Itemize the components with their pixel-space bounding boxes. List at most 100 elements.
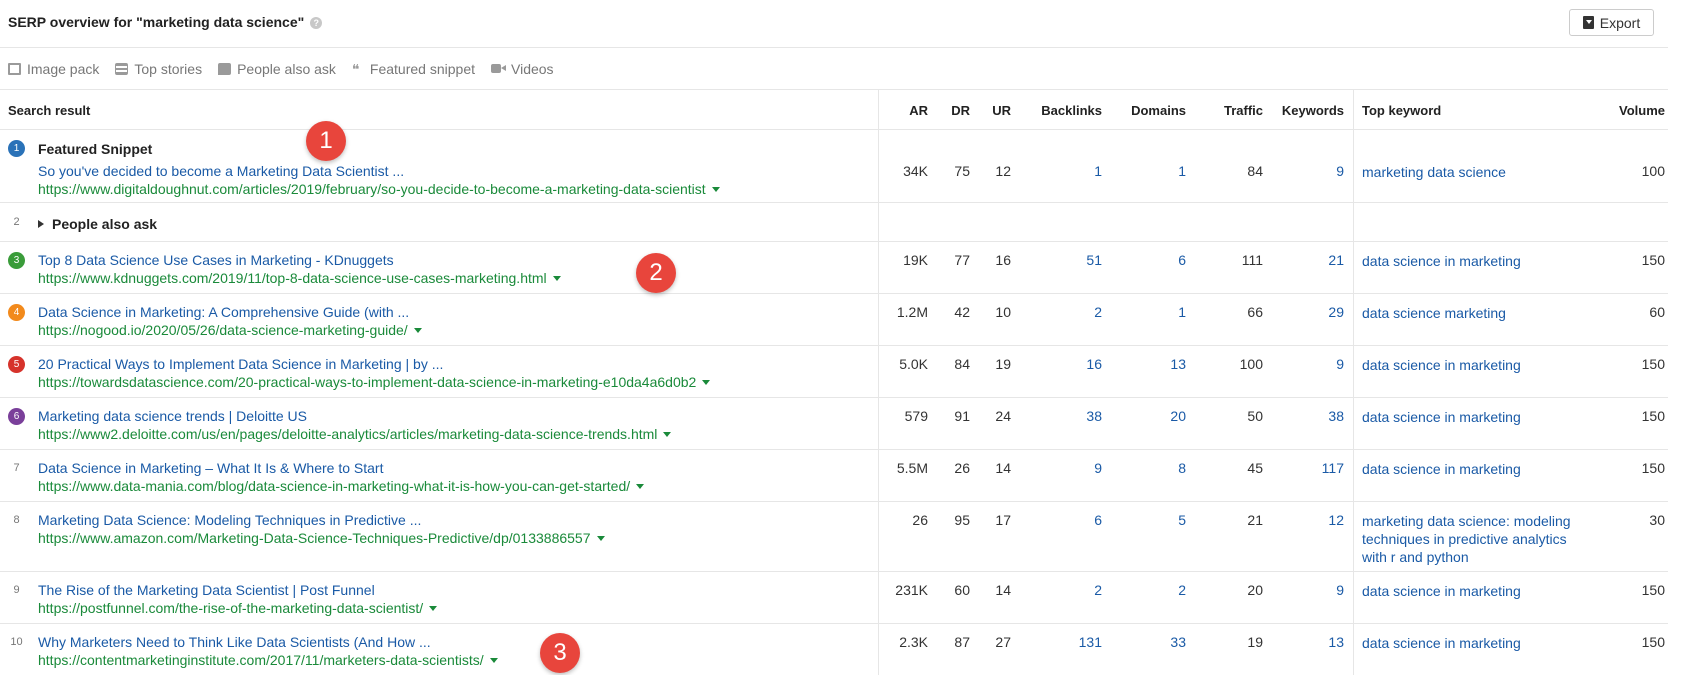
position-badge: 5 <box>8 356 25 373</box>
feature-top-stories[interactable]: Top stories <box>115 61 202 77</box>
result-title[interactable]: Marketing Data Science: Modeling Techniq… <box>38 512 421 528</box>
result-url[interactable]: https://www.digitaldoughnut.com/articles… <box>38 181 720 197</box>
result-url[interactable]: https://www.kdnuggets.com/2019/11/top-8-… <box>38 270 561 286</box>
result-url[interactable]: https://contentmarketinginstitute.com/20… <box>38 652 498 668</box>
cell-traffic: 84 <box>1247 163 1263 179</box>
cell-keywords[interactable]: 9 <box>1275 582 1344 598</box>
cell-domains[interactable]: 1 <box>1120 304 1186 320</box>
result-title[interactable]: 20 Practical Ways to Implement Data Scie… <box>38 356 443 372</box>
dropdown-icon[interactable] <box>636 484 645 489</box>
dropdown-icon[interactable] <box>663 432 672 437</box>
cell-domains[interactable]: 20 <box>1120 408 1186 424</box>
page-title: SERP overview for "marketing data scienc… <box>8 14 323 30</box>
url-text: https://towardsdatascience.com/20-practi… <box>38 374 697 390</box>
result-url[interactable]: https://www2.deloitte.com/us/en/pages/de… <box>38 426 672 442</box>
cell-backlinks[interactable]: 1 <box>1040 163 1102 179</box>
cell-top-keyword[interactable]: data science in marketing <box>1362 460 1582 478</box>
dropdown-icon[interactable] <box>489 658 498 663</box>
feature-image-pack[interactable]: Image pack <box>8 61 99 77</box>
table-row: 5 20 Practical Ways to Implement Data Sci… <box>0 347 1668 398</box>
people-also-ask-toggle[interactable]: People also ask <box>38 216 157 232</box>
export-button[interactable]: Export <box>1569 9 1654 36</box>
position-badge: 6 <box>8 408 25 425</box>
result-url[interactable]: https://nogood.io/2020/05/26/data-scienc… <box>38 322 422 338</box>
cell-keywords[interactable]: 9 <box>1275 163 1344 179</box>
dropdown-icon[interactable] <box>711 187 720 192</box>
cell-domains[interactable]: 33 <box>1120 634 1186 650</box>
cell-backlinks[interactable]: 38 <box>1040 408 1102 424</box>
cell-top-keyword[interactable]: data science in marketing <box>1362 634 1582 652</box>
cell-domains[interactable]: 1 <box>1120 163 1186 179</box>
cell-top-keyword[interactable]: marketing data science <box>1362 163 1582 181</box>
result-url[interactable]: https://towardsdatascience.com/20-practi… <box>38 374 711 390</box>
cell-backlinks[interactable]: 9 <box>1040 460 1102 476</box>
cell-backlinks[interactable]: 2 <box>1040 582 1102 598</box>
cell-domains[interactable]: 5 <box>1120 512 1186 528</box>
cell-top-keyword[interactable]: marketing data science: modeling techniq… <box>1362 512 1582 566</box>
cell-backlinks[interactable]: 16 <box>1040 356 1102 372</box>
feature-videos[interactable]: Videos <box>491 61 554 77</box>
cell-top-keyword[interactable]: data science in marketing <box>1362 356 1582 374</box>
cell-top-keyword[interactable]: data science marketing <box>1362 304 1582 322</box>
cell-volume: 150 <box>1641 460 1665 476</box>
cell-keywords[interactable]: 21 <box>1275 252 1344 268</box>
cell-dr: 87 <box>954 634 970 650</box>
result-title[interactable]: Marketing data science trends | Deloitte… <box>38 408 307 424</box>
dropdown-icon[interactable] <box>702 380 711 385</box>
paa-label-text: People also ask <box>52 216 158 232</box>
cell-backlinks[interactable]: 131 <box>1040 634 1102 650</box>
cell-ar: 5.0K <box>899 356 928 372</box>
cell-keywords[interactable]: 117 <box>1275 460 1344 476</box>
dropdown-icon[interactable] <box>429 606 438 611</box>
cell-top-keyword[interactable]: data science in marketing <box>1362 408 1582 426</box>
cell-keywords[interactable]: 9 <box>1275 356 1344 372</box>
cell-domains[interactable]: 13 <box>1120 356 1186 372</box>
result-title[interactable]: Why Marketers Need to Think Like Data Sc… <box>38 634 431 650</box>
cell-top-keyword[interactable]: data science in marketing <box>1362 582 1582 600</box>
col-dr[interactable]: DR <box>942 103 970 118</box>
col-top-keyword[interactable]: Top keyword <box>1362 103 1441 118</box>
cell-backlinks[interactable]: 2 <box>1040 304 1102 320</box>
result-url[interactable]: https://www.data-mania.com/blog/data-sci… <box>38 478 645 494</box>
col-ur[interactable]: UR <box>982 103 1011 118</box>
people-also-ask-row[interactable]: 2 People also ask <box>0 204 1668 242</box>
result-title[interactable]: So you've decided to become a Marketing … <box>38 163 404 179</box>
result-title[interactable]: Data Science in Marketing – What It Is &… <box>38 460 383 476</box>
col-backlinks[interactable]: Backlinks <box>1030 103 1102 118</box>
cell-traffic: 21 <box>1247 512 1263 528</box>
dropdown-icon[interactable] <box>413 328 422 333</box>
cell-backlinks[interactable]: 6 <box>1040 512 1102 528</box>
cell-traffic: 20 <box>1247 582 1263 598</box>
cell-domains[interactable]: 2 <box>1120 582 1186 598</box>
result-title[interactable]: The Rise of the Marketing Data Scientist… <box>38 582 375 598</box>
table-row: 9 The Rise of the Marketing Data Scientis… <box>0 573 1668 624</box>
result-title[interactable]: Top 8 Data Science Use Cases in Marketin… <box>38 252 394 268</box>
dropdown-icon[interactable] <box>596 536 605 541</box>
col-keywords[interactable]: Keywords <box>1275 103 1344 118</box>
cell-ur: 16 <box>995 252 1011 268</box>
cell-domains[interactable]: 8 <box>1120 460 1186 476</box>
cell-keywords[interactable]: 38 <box>1275 408 1344 424</box>
feature-label: Top stories <box>134 60 203 77</box>
feature-people-also-ask[interactable]: People also ask <box>218 61 336 77</box>
result-title[interactable]: Data Science in Marketing: A Comprehensi… <box>38 304 409 320</box>
col-search-result[interactable]: Search result <box>8 103 90 118</box>
cell-keywords[interactable]: 29 <box>1275 304 1344 320</box>
dropdown-icon[interactable] <box>552 276 561 281</box>
cell-top-keyword[interactable]: data science in marketing <box>1362 252 1582 270</box>
stories-icon <box>115 62 129 75</box>
cell-keywords[interactable]: 13 <box>1275 634 1344 650</box>
col-domains[interactable]: Domains <box>1120 103 1186 118</box>
col-volume[interactable]: Volume <box>1600 103 1665 118</box>
serp-features-bar: Image pack Top stories People also ask ❝… <box>0 48 1668 90</box>
help-icon[interactable]: ? <box>310 17 323 29</box>
col-ar[interactable]: AR <box>890 103 928 118</box>
cell-keywords[interactable]: 12 <box>1275 512 1344 528</box>
result-url[interactable]: https://postfunnel.com/the-rise-of-the-m… <box>38 600 438 616</box>
feature-featured-snippet[interactable]: ❝ Featured snippet <box>352 61 475 77</box>
cell-backlinks[interactable]: 51 <box>1040 252 1102 268</box>
cell-domains[interactable]: 6 <box>1120 252 1186 268</box>
result-url[interactable]: https://www.amazon.com/Marketing-Data-Sc… <box>38 530 605 546</box>
col-traffic[interactable]: Traffic <box>1200 103 1263 118</box>
annotation-badge-2: 2 <box>636 253 676 293</box>
